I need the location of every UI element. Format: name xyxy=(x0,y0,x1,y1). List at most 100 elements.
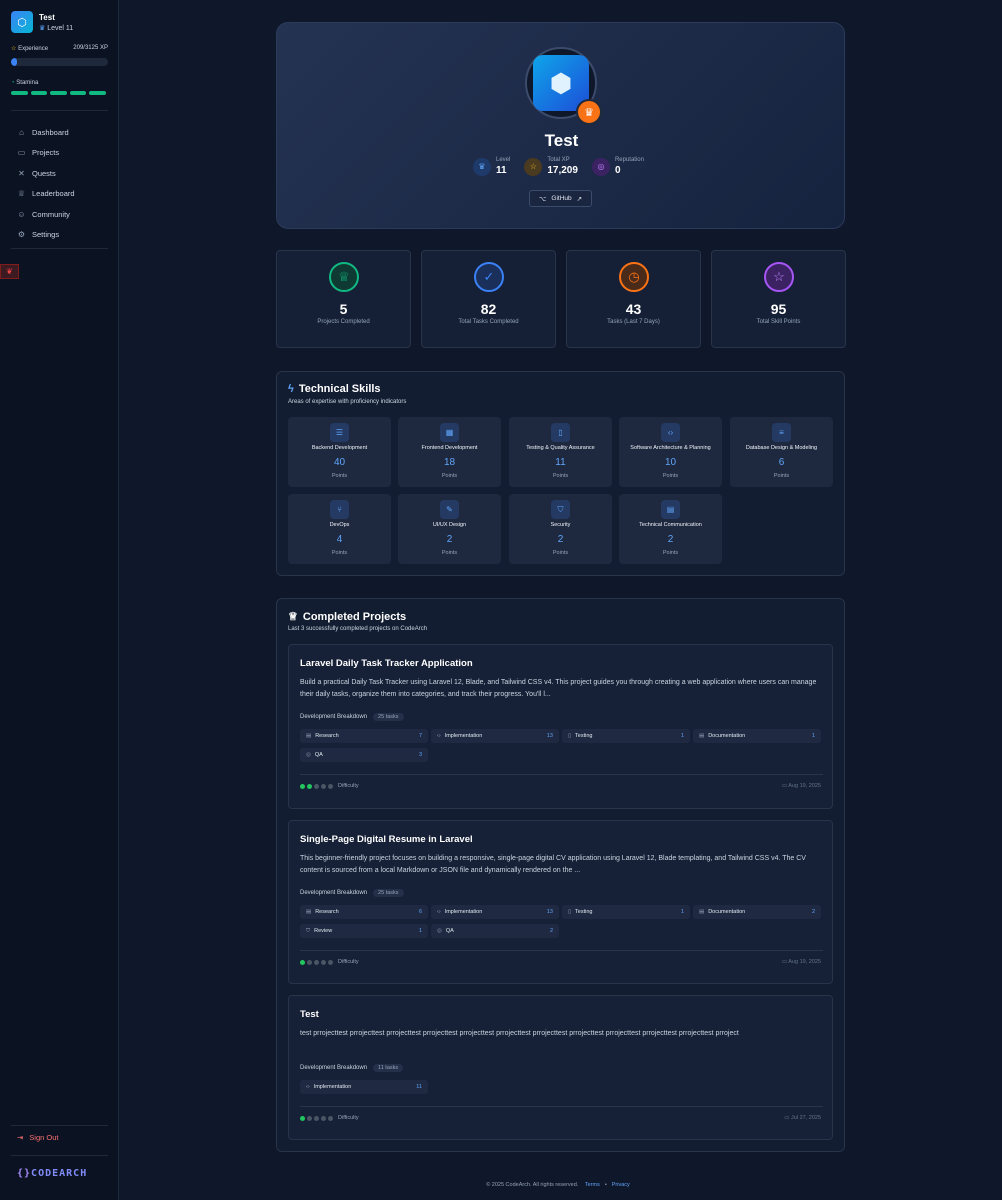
sign-out-button[interactable]: ⇥ Sign Out xyxy=(17,1133,58,1142)
user-avatar-icon: ⬡ xyxy=(11,11,33,33)
chip-count: 2 xyxy=(811,909,815,915)
section-title: ♕ Completed Projects xyxy=(288,610,407,624)
project-description: This beginner-friendly project focuses o… xyxy=(300,855,806,874)
skill-card: ▤ Technical Communication 2 Points xyxy=(619,494,722,564)
difficulty-label: Difficulty xyxy=(338,1115,359,1121)
breakdown-label: Development Breakdown xyxy=(300,890,368,896)
stat-value: 0 xyxy=(614,165,621,176)
document-icon: ▤ xyxy=(699,909,705,915)
project-date: ▭ Jul 27, 2025 xyxy=(784,1115,821,1121)
swords-icon: ✕ xyxy=(18,168,25,178)
sidebar-item-community[interactable]: ☺ Community xyxy=(11,204,108,225)
skill-value: 11 xyxy=(555,457,566,468)
breakdown-chip: ▤ Documentation 2 xyxy=(693,905,821,919)
user-header[interactable]: ⬡ Test ♛ Level 11 xyxy=(11,11,73,33)
skill-value: 40 xyxy=(333,457,346,468)
skill-name: UI/UX Design xyxy=(432,522,467,528)
breakdown-chip: ◎ QA 2 xyxy=(431,924,559,938)
difficulty-dot xyxy=(307,959,312,965)
project-date: ▭ Aug 19, 2025 xyxy=(781,783,821,789)
experience-row: ☆ Experience 209/3125 XP xyxy=(11,45,108,52)
project-title[interactable]: Test xyxy=(300,1009,319,1020)
project-card[interactable]: Test test prrojecttest prrojecttest prro… xyxy=(288,995,833,1140)
project-card[interactable]: Single-Page Digital Resume in Laravel Th… xyxy=(288,820,833,984)
privacy-link[interactable]: Privacy xyxy=(612,1182,630,1188)
check-circle-icon: ◎ xyxy=(306,752,311,758)
difficulty-indicator: Difficulty xyxy=(300,959,359,965)
github-button[interactable]: ⌥ GitHub ↗ xyxy=(529,190,592,207)
breakdown-chip: ▯ Testing 1 xyxy=(562,729,690,743)
stat-value: 11 xyxy=(496,165,507,176)
stamina-segment xyxy=(11,91,28,95)
chip-count: 1 xyxy=(680,909,684,915)
stat-card-value: 5 xyxy=(339,301,348,317)
home-icon: ⌂ xyxy=(19,127,24,137)
breakdown-label: Development Breakdown xyxy=(300,1065,368,1071)
difficulty-dot xyxy=(300,959,305,965)
skill-card: ✎ UI/UX Design 2 Points xyxy=(398,494,501,564)
copyright-text: © 2025 CodeArch. All rights reserved. xyxy=(486,1182,579,1188)
terms-link[interactable]: Terms xyxy=(585,1182,600,1188)
skill-card: ▯ Testing & Quality Assurance 11 Points xyxy=(509,417,612,487)
code-icon: ‹› xyxy=(437,909,441,915)
breakdown-chip: ▤ Research 6 xyxy=(300,905,428,919)
test-tube-icon: ▯ xyxy=(568,733,572,739)
skill-value: 2 xyxy=(557,534,564,545)
sidebar-item-dashboard[interactable]: ⌂ Dashboard xyxy=(11,122,108,143)
chip-count: 13 xyxy=(546,733,553,739)
sidebar-item-projects[interactable]: ▭ Projects xyxy=(11,143,108,164)
sidebar-item-quests[interactable]: ✕ Quests xyxy=(11,163,108,184)
project-date: ▭ Aug 19, 2025 xyxy=(781,959,821,965)
star-icon: ☆ xyxy=(764,262,794,292)
file-icon: ▤ xyxy=(306,909,312,915)
tasks-completed-card: ✓ 82 Total Tasks Completed xyxy=(421,250,556,348)
project-title[interactable]: Single-Page Digital Resume in Laravel xyxy=(300,834,473,845)
projects-completed-card: ♕ 5 Projects Completed xyxy=(276,250,411,348)
sign-out-label: Sign Out xyxy=(29,1133,59,1142)
star-icon: ☆ xyxy=(524,157,543,176)
skill-name: Software Architecture & Planning xyxy=(630,445,711,451)
document-icon: ▤ xyxy=(661,500,680,519)
skill-unit: Points xyxy=(441,550,458,556)
stamina-label: ◔ Stamina xyxy=(11,80,39,86)
tasks-badge: 25 tasks xyxy=(373,889,404,897)
profile-hero: ⬢ ♛ Test ♛ Level 11 ☆ Total XP 17,209 ◎ Re… xyxy=(276,22,845,229)
breakdown-chip: ◎ QA 3 xyxy=(300,748,428,762)
skill-unit: Points xyxy=(552,473,569,479)
breakdown-chip: ⛉ Review 1 xyxy=(300,924,428,938)
chip-count: 1 xyxy=(680,733,684,739)
brand-logo[interactable]: {}CODEARCH xyxy=(17,1168,87,1179)
trophy-icon: ♕ xyxy=(329,262,359,292)
skill-card: ‹› Software Architecture & Planning 10 Poin… xyxy=(619,417,722,487)
database-icon: ≡ xyxy=(772,423,791,442)
trophy-icon: ♕ xyxy=(288,611,298,623)
skill-name: Frontend Development xyxy=(421,445,478,451)
difficulty-dot xyxy=(300,783,305,789)
github-label: GitHub xyxy=(551,195,572,202)
code-icon: ‹› xyxy=(437,733,441,739)
test-tube-icon: ▯ xyxy=(551,423,570,442)
laravel-icon[interactable]: ❦ xyxy=(0,264,19,279)
tasks-badge: 11 tasks xyxy=(373,1064,404,1072)
breakdown-chip: ▯ Testing 1 xyxy=(562,905,690,919)
layout-icon: ▦ xyxy=(440,423,459,442)
project-description: Build a practical Daily Task Tracker usi… xyxy=(300,679,817,698)
sidebar-item-settings[interactable]: ⚙ Settings xyxy=(11,225,108,246)
project-card[interactable]: Laravel Daily Task Tracker Application B… xyxy=(288,644,833,809)
skill-unit: Points xyxy=(552,550,569,556)
skill-name: Testing & Quality Assurance xyxy=(526,445,595,451)
breakdown-chip: ‹› Implementation 13 xyxy=(431,729,559,743)
stat-card-label: Total Tasks Completed xyxy=(458,319,519,325)
project-title[interactable]: Laravel Daily Task Tracker Application xyxy=(300,658,473,669)
difficulty-dot xyxy=(321,783,326,789)
sidebar-item-leaderboard[interactable]: ♕ Leaderboard xyxy=(11,184,108,205)
chip-label: Documentation xyxy=(708,909,746,915)
stat-card-value: 82 xyxy=(480,301,497,317)
level-stat: ♛ Level 11 xyxy=(473,157,510,176)
check-circle-icon: ◎ xyxy=(437,928,442,934)
sidebar: ⬡ Test ♛ Level 11 ☆ Experience 209/3125 … xyxy=(0,0,119,1200)
skill-unit: Points xyxy=(662,473,679,479)
clock-icon: ◷ xyxy=(619,262,649,292)
file-icon: ▤ xyxy=(306,733,312,739)
sidebar-item-label: Leaderboard xyxy=(32,189,75,199)
